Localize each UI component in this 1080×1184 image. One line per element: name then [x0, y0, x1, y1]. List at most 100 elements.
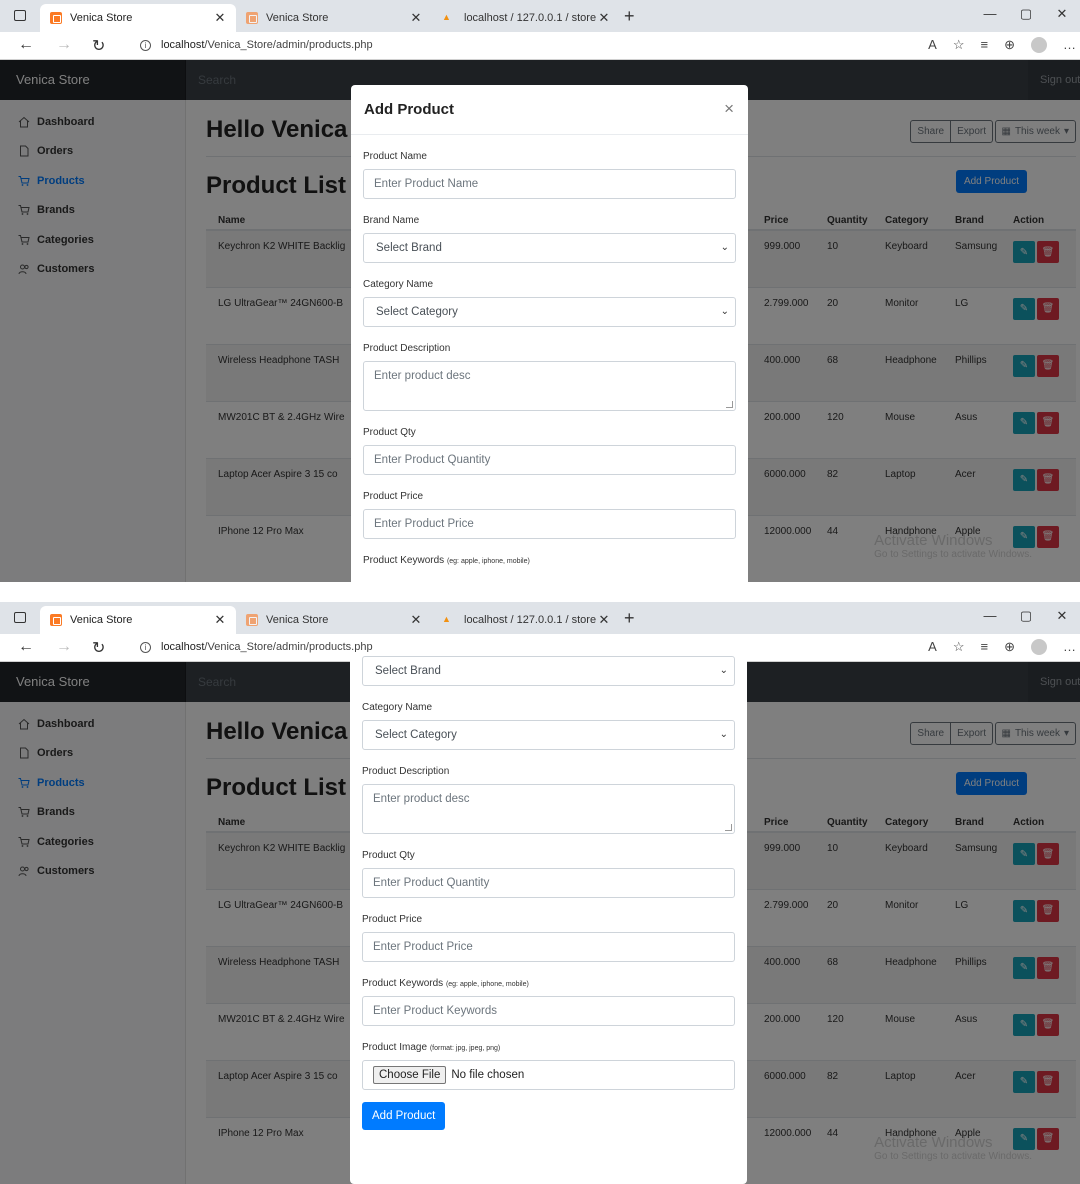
price-input[interactable]: Enter Product Price: [363, 509, 736, 539]
image-hint: (format: jpg, jpeg, png): [429, 1045, 501, 1052]
chevron-down-icon: ⌄: [720, 306, 729, 317]
screenshot-bottom: Venica Store ✕ Venica Store ✕ ▲ localhos…: [0, 602, 1080, 1184]
restore-icon[interactable]: ▢: [1008, 6, 1044, 22]
category-label: Category Name: [362, 702, 433, 713]
keywords-label: Product Keywords (eg: apple, iphone, mob…: [363, 555, 736, 566]
minimize-icon[interactable]: —: [972, 608, 1008, 624]
tab-phpmyadmin[interactable]: ▲ localhost / 127.0.0.1 / store / use ✕: [432, 4, 620, 32]
refresh-icon[interactable]: ↻: [92, 36, 105, 56]
collections-icon[interactable]: ⊕: [1004, 639, 1015, 655]
close-icon[interactable]: ×: [724, 99, 734, 119]
category-select[interactable]: Select Category ⌄: [363, 297, 736, 327]
close-tab-icon[interactable]: ✕: [408, 10, 424, 26]
favorites-icon[interactable]: ≡: [981, 37, 989, 53]
add-product-modal-scrolled: Select Brand ⌄ Category Name Select Categ…: [350, 652, 747, 1184]
more-icon[interactable]: …: [1063, 639, 1076, 655]
phpmyadmin-icon: ▲: [442, 614, 451, 624]
favorite-icon[interactable]: ☆: [953, 37, 965, 53]
description-textarea[interactable]: Enter product desc: [363, 361, 736, 411]
close-window-icon[interactable]: ✕: [1044, 608, 1080, 624]
category-select[interactable]: Select Category ⌄: [362, 720, 735, 750]
forward-icon[interactable]: →: [56, 36, 72, 54]
tab-label: localhost / 127.0.0.1 / store / use: [464, 614, 596, 626]
url-field[interactable]: i localhost/Venica_Store/admin/products.…: [140, 641, 373, 653]
forward-icon[interactable]: →: [56, 638, 72, 656]
tab-phpmyadmin[interactable]: ▲ localhost / 127.0.0.1 / store / use ✕: [432, 606, 620, 634]
quantity-input[interactable]: Enter Product Quantity: [362, 868, 735, 898]
url-path: /Venica_Store/admin/products.php: [204, 39, 373, 51]
close-window-icon[interactable]: ✕: [1044, 6, 1080, 22]
quantity-label: Product Qty: [363, 427, 416, 438]
modal-body: Product Name Enter Product Name Brand Na…: [351, 151, 748, 566]
tab-venica-store-2[interactable]: Venica Store ✕: [236, 606, 432, 634]
tab-venica-store-1[interactable]: Venica Store ✕: [40, 606, 236, 634]
brand-select[interactable]: Select Brand ⌄: [363, 233, 736, 263]
close-tab-icon[interactable]: ✕: [212, 10, 228, 26]
image-file-input[interactable]: Choose File No file chosen: [362, 1060, 735, 1090]
url-host: localhost: [161, 39, 205, 51]
tab-actions-icon[interactable]: [14, 10, 26, 21]
keywords-hint: (eg: apple, iphone, mobile): [445, 981, 529, 988]
more-icon[interactable]: …: [1063, 37, 1076, 53]
profile-avatar[interactable]: [1031, 37, 1047, 53]
description-label: Product Description: [362, 766, 450, 777]
collections-icon[interactable]: ⊕: [1004, 37, 1015, 53]
read-aloud-icon[interactable]: A: [928, 639, 937, 655]
url-field[interactable]: i localhost/Venica_Store/admin/products.…: [140, 39, 373, 51]
modal-body: Select Brand ⌄ Category Name Select Categ…: [350, 656, 747, 1130]
read-aloud-icon[interactable]: A: [928, 37, 937, 53]
info-icon[interactable]: i: [140, 39, 151, 51]
back-icon[interactable]: ←: [18, 36, 34, 54]
new-tab-icon[interactable]: +: [624, 608, 635, 629]
close-tab-icon[interactable]: ✕: [212, 612, 228, 628]
choose-file-button[interactable]: Choose File: [373, 1066, 447, 1084]
browser-tabbar: Venica Store ✕ Venica Store ✕ ▲ localhos…: [0, 0, 1080, 32]
chevron-down-icon: ⌄: [720, 242, 729, 253]
new-tab-icon[interactable]: +: [624, 6, 635, 27]
back-icon[interactable]: ←: [18, 638, 34, 656]
submit-add-product-button[interactable]: Add Product: [362, 1102, 446, 1130]
browser-toolbar: A ☆ ≡ ⊕ …: [928, 639, 1076, 655]
product-name-label: Product Name: [363, 151, 427, 162]
modal-header: Add Product ×: [351, 85, 748, 135]
tab-label: localhost / 127.0.0.1 / store / use: [464, 12, 596, 24]
no-file-text: No file chosen: [451, 1069, 525, 1081]
price-input[interactable]: Enter Product Price: [362, 932, 735, 962]
chevron-down-icon: ⌄: [719, 665, 728, 676]
window-controls: — ▢ ✕: [972, 6, 1080, 22]
close-tab-icon[interactable]: ✕: [408, 612, 424, 628]
image-label: Product Image (format: jpg, jpeg, png): [362, 1042, 735, 1053]
tab-actions-icon[interactable]: [14, 612, 26, 623]
tab-label: Venica Store: [70, 12, 133, 24]
favorite-icon[interactable]: ☆: [953, 639, 965, 655]
product-name-input[interactable]: Enter Product Name: [363, 169, 736, 199]
app-viewport: Venica Store Sign out Dashboard Orders P…: [0, 652, 1080, 1184]
url-path: /Venica_Store/admin/products.php: [204, 641, 373, 653]
xampp-icon: [246, 614, 258, 626]
price-label: Product Price: [363, 491, 424, 502]
minimize-icon[interactable]: —: [972, 6, 1008, 22]
xampp-icon: [246, 12, 258, 24]
xampp-icon: [50, 614, 62, 626]
screenshot-top: Venica Store ✕ Venica Store ✕ ▲ localhos…: [0, 0, 1080, 582]
close-tab-icon[interactable]: ✕: [596, 10, 612, 26]
restore-icon[interactable]: ▢: [1008, 608, 1044, 624]
brand-select[interactable]: Select Brand ⌄: [362, 656, 735, 686]
profile-avatar[interactable]: [1031, 639, 1047, 655]
tab-venica-store-2[interactable]: Venica Store ✕: [236, 4, 432, 32]
tab-venica-store-1[interactable]: Venica Store ✕: [40, 4, 236, 32]
category-select-value: Select Category: [376, 306, 458, 318]
refresh-icon[interactable]: ↻: [92, 638, 105, 658]
keywords-input[interactable]: Enter Product Keywords: [362, 996, 735, 1026]
modal-title: Add Product: [364, 101, 454, 118]
app-viewport: Venica Store Sign out Dashboard Orders P…: [0, 60, 1080, 582]
url-host: localhost: [161, 641, 205, 653]
info-icon[interactable]: i: [140, 641, 151, 653]
close-tab-icon[interactable]: ✕: [596, 612, 612, 628]
phpmyadmin-icon: ▲: [442, 12, 451, 22]
description-textarea[interactable]: Enter product desc: [362, 784, 735, 834]
favorites-icon[interactable]: ≡: [981, 639, 989, 655]
keywords-label: Product Keywords (eg: apple, iphone, mob…: [362, 978, 735, 989]
quantity-input[interactable]: Enter Product Quantity: [363, 445, 736, 475]
brand-select-value: Select Brand: [376, 242, 442, 254]
